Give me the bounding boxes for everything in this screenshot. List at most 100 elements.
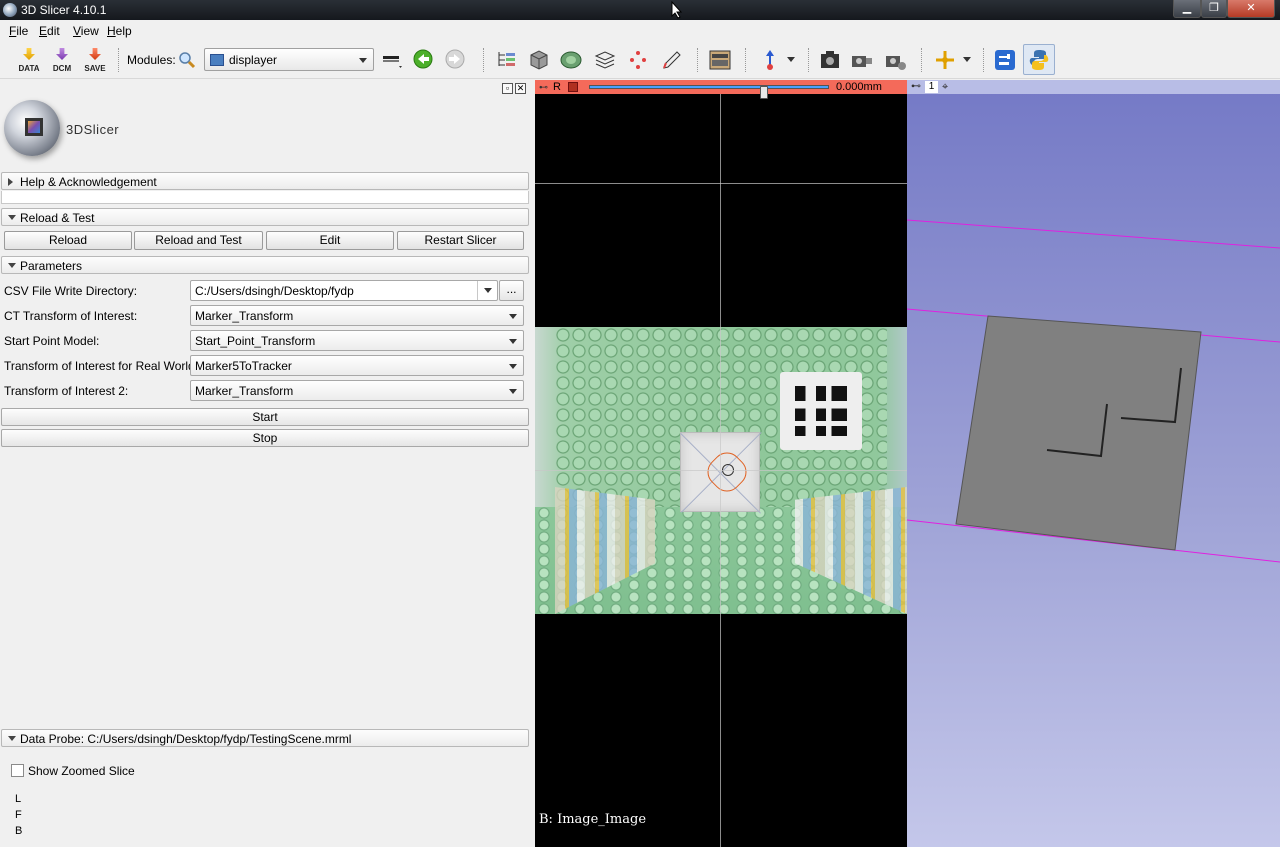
module-selector[interactable]: displayer (204, 48, 374, 71)
forward-arrow-icon[interactable] (444, 48, 468, 72)
chevron-down-icon (359, 58, 367, 63)
extension-manager-icon[interactable] (993, 48, 1017, 72)
close-panel-icon[interactable]: ✕ (515, 83, 526, 94)
window-title: 3D Slicer 4.10.1 (21, 3, 107, 17)
editor-icon[interactable] (660, 48, 684, 72)
menu-file[interactable]: File (9, 24, 28, 38)
slice-controller-bar: ⊷ R 0.000mm (535, 80, 907, 99)
title-bar: 3D Slicer 4.10.1 ▁ ❐ ✕ (0, 0, 1280, 20)
toolbar-separator (921, 48, 922, 72)
reload-test-section[interactable]: Reload & Test (1, 208, 529, 226)
chevron-down-icon (509, 314, 517, 319)
start-point-model-label: Start Point Model: (4, 334, 100, 348)
toolbar-separator (697, 48, 698, 72)
aruco-marker (780, 372, 862, 450)
toolbar-separator (983, 48, 984, 72)
toolbar-separator (483, 48, 484, 72)
pin-icon[interactable]: ⊷ (911, 80, 921, 94)
dicom-arrow-icon (56, 48, 68, 60)
collapse-arrow-icon (8, 215, 16, 220)
slicer-logo (4, 100, 60, 156)
center-view-icon[interactable]: ⌖ (942, 81, 948, 93)
ct-transform-select[interactable]: Marker_Transform (190, 305, 524, 326)
dicom-button[interactable]: DCM (48, 46, 76, 74)
ct-transform-label: CT Transform of Interest: (4, 309, 138, 323)
capture-settings-icon[interactable] (884, 48, 908, 72)
pin-icon[interactable]: ⊷ (539, 82, 549, 92)
transforms-icon[interactable] (593, 48, 617, 72)
start-point-model-select[interactable]: Start_Point_Transform (190, 330, 524, 351)
3d-view[interactable]: ⊷ 1 ⌖ (907, 80, 1280, 847)
markups-icon[interactable] (626, 48, 650, 72)
module-panel: ▫ ✕ 3DSlicer Help & Acknowledgement Relo… (0, 80, 533, 847)
3d-scene (907, 219, 1280, 563)
show-zoomed-slice-label: Show Zoomed Slice (28, 764, 135, 778)
minimize-button[interactable]: ▁ (1173, 0, 1201, 18)
3d-view-number: 1 (925, 81, 938, 93)
slice-offset-value: 0.000mm (836, 81, 882, 93)
collapse-arrow-icon (8, 736, 16, 741)
slice-orientation-label: R (553, 81, 561, 93)
layout-icon[interactable] (708, 48, 732, 72)
slice-plane-line (907, 219, 1280, 249)
show-zoomed-slice-checkbox[interactable] (11, 764, 24, 777)
slice-offset-slider[interactable] (589, 85, 829, 99)
browse-directory-button[interactable]: ... (499, 280, 524, 301)
help-section-body (1, 191, 529, 204)
load-data-button[interactable]: DATA (15, 46, 43, 74)
reload-button[interactable]: Reload (4, 231, 132, 250)
crosshair-pointer-icon[interactable] (758, 48, 782, 72)
close-button[interactable]: ✕ (1227, 0, 1275, 18)
help-acknowledgement-section[interactable]: Help & Acknowledgement (1, 172, 529, 190)
probe-line-l: L (15, 793, 22, 805)
menu-view[interactable]: View (73, 24, 99, 38)
save-button[interactable]: SAVE (81, 46, 109, 74)
toolbar-separator (118, 48, 119, 72)
python-icon (1029, 50, 1049, 70)
download-arrow-icon (23, 48, 35, 60)
scene-view-icon[interactable] (850, 48, 874, 72)
module-search-icon[interactable] (178, 51, 196, 69)
maximize-button[interactable]: ❐ (1201, 0, 1227, 18)
modules-label: Modules: (127, 53, 176, 67)
undock-icon[interactable]: ▫ (502, 83, 513, 94)
red-slice-view[interactable]: ⊷ R 0.000mm B: Image_Image (535, 80, 907, 847)
transform-2-select[interactable]: Marker_Transform (190, 380, 524, 401)
logo-text: 3DSlicer (66, 122, 120, 137)
models-icon[interactable] (559, 48, 583, 72)
restart-slicer-button[interactable]: Restart Slicer (397, 231, 524, 250)
stop-button[interactable]: Stop (1, 429, 529, 447)
real-world-transform-select[interactable]: Marker5ToTracker (190, 355, 524, 376)
reload-and-test-button[interactable]: Reload and Test (134, 231, 263, 250)
back-arrow-icon[interactable] (412, 48, 436, 72)
toolbar-separator (745, 48, 746, 72)
slicer-app-icon (3, 3, 17, 17)
menu-edit[interactable]: Edit (39, 24, 60, 38)
volumes-icon[interactable] (527, 48, 551, 72)
data-probe-section[interactable]: Data Probe: C:/Users/dsingh/Desktop/fydp… (1, 729, 529, 747)
expand-arrow-icon (8, 178, 13, 186)
screenshot-icon[interactable] (818, 48, 842, 72)
link-icon[interactable] (568, 82, 578, 92)
crosshair-icon[interactable] (933, 48, 957, 72)
probe-line-b: B (15, 825, 23, 837)
csv-directory-field[interactable]: C:/Users/dsingh/Desktop/fydp (190, 280, 498, 301)
parameters-section[interactable]: Parameters (1, 256, 529, 274)
edit-button[interactable]: Edit (266, 231, 394, 250)
menu-help[interactable]: Help (107, 24, 132, 38)
module-icon (210, 54, 224, 66)
crosshair-horizontal (535, 470, 907, 471)
data-tree-icon[interactable] (495, 48, 519, 72)
image-plane-model (955, 315, 1202, 551)
csv-directory-label: CSV File Write Directory: (4, 284, 138, 298)
chevron-down-icon[interactable] (963, 57, 971, 62)
chevron-down-icon[interactable] (787, 57, 795, 62)
slice-slider-handle[interactable] (760, 86, 768, 99)
real-world-transform-label: Transform of Interest for Real World: (4, 359, 199, 373)
window-level-icon[interactable] (380, 48, 404, 72)
probe-line-f: F (15, 809, 22, 821)
mouse-cursor-icon (671, 1, 683, 19)
python-console-button[interactable] (1023, 44, 1055, 75)
collapse-arrow-icon (8, 263, 16, 268)
start-button[interactable]: Start (1, 408, 529, 426)
